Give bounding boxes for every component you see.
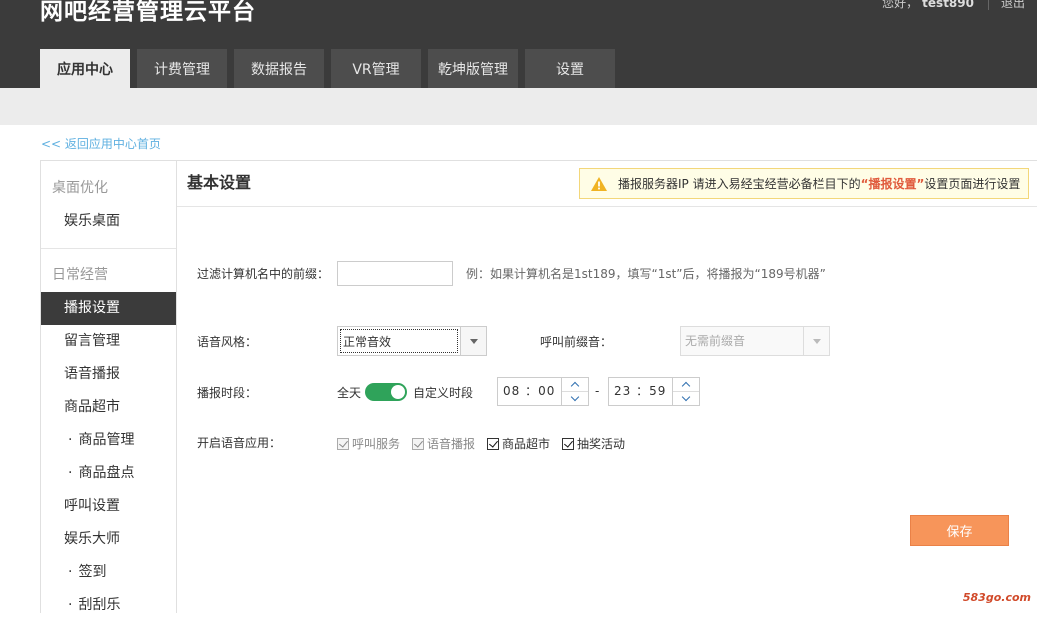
voice-apps-checkboxes: 呼叫服务 语音播报 商品超市 抽奖活动 (337, 435, 637, 452)
prefix-input[interactable] (337, 261, 453, 286)
checkbox-voice-broadcast[interactable]: 语音播报 (412, 435, 475, 452)
user-area: 您好， test890 退出 (882, 0, 1025, 10)
tab-settings[interactable]: 设置 (525, 49, 615, 88)
tab-app-center[interactable]: 应用中心 (40, 49, 130, 88)
top-header: 网吧经营管理云平台 您好， test890 退出 应用中心 计费管理 数据报告 … (0, 0, 1037, 88)
chevron-up-icon (682, 382, 690, 390)
sidebar-item-goods-market[interactable]: 商品超市 (41, 391, 176, 424)
notice-text: 播报服务器IP 请进入易经宝经营必备栏目下的 (618, 175, 861, 192)
sidebar-item-voice-broadcast[interactable]: 语音播报 (41, 358, 176, 391)
chevron-down-icon (682, 393, 690, 401)
greeting-text: 您好， (882, 0, 918, 10)
sidebar-item-sign-in[interactable]: 签到 (41, 556, 176, 589)
user-divider (988, 0, 989, 10)
sub-bar (0, 88, 1037, 125)
start-time-up-button[interactable] (562, 378, 588, 391)
username[interactable]: test890 (922, 0, 974, 10)
checkbox-label: 语音播报 (427, 435, 475, 452)
prefix-label: 过滤计算机名中的前缀： (197, 265, 329, 282)
main-tabs: 应用中心 计费管理 数据报告 VR管理 乾坤版管理 设置 (40, 49, 622, 88)
voice-style-value: 正常音效 (339, 328, 459, 354)
end-time-spinner[interactable]: 23 ：59 (608, 377, 700, 406)
notice-text-after: 设置页面进行设置 (924, 175, 1020, 192)
voice-style-select[interactable]: 正常音效 (337, 326, 487, 356)
start-time-spinner[interactable]: 08 ：00 (497, 377, 589, 406)
checkbox-box[interactable] (562, 438, 574, 450)
checkbox-label: 呼叫服务 (352, 435, 400, 452)
call-prefix-label: 呼叫前缀音： (540, 333, 612, 350)
chevron-down-icon (470, 339, 478, 344)
brand-title: 网吧经营管理云平台 (40, 0, 256, 30)
chevron-down-icon (813, 339, 821, 344)
checkbox-box[interactable] (487, 438, 499, 450)
sidebar-item-call-settings[interactable]: 呼叫设置 (41, 490, 176, 523)
warning-icon (590, 176, 608, 192)
sidebar: 桌面优化 娱乐桌面 日常经营 播报设置 留言管理 语音播报 商品超市 商品管理 … (40, 160, 177, 613)
sidebar-group-desktop: 桌面优化 (41, 172, 176, 205)
checkbox-label: 商品超市 (502, 435, 550, 452)
sidebar-item-goods-inventory[interactable]: 商品盘点 (41, 457, 176, 490)
section-divider (177, 206, 1037, 207)
checkbox-box[interactable] (412, 438, 424, 450)
call-prefix-dropdown-button[interactable] (803, 327, 829, 355)
checkbox-lottery[interactable]: 抽奖活动 (562, 435, 625, 452)
sidebar-item-broadcast-settings[interactable]: 播报设置 (41, 292, 176, 325)
chevron-up-icon (571, 382, 579, 390)
sidebar-divider (41, 248, 176, 249)
section-title: 基本设置 (187, 169, 251, 193)
sidebar-item-message[interactable]: 留言管理 (41, 325, 176, 358)
time-separator: - (595, 384, 599, 398)
notice-banner: 播报服务器IP 请进入易经宝经营必备栏目下的 “播报设置” 设置页面进行设置 (579, 168, 1029, 199)
logout-link[interactable]: 退出 (1001, 0, 1025, 10)
checkbox-box[interactable] (337, 438, 349, 450)
call-prefix-value: 无需前缀音 (681, 327, 803, 355)
start-time-value[interactable]: 08 ：00 (498, 378, 561, 405)
period-toggle[interactable] (365, 383, 407, 401)
sidebar-item-goods-mgmt[interactable]: 商品管理 (41, 424, 176, 457)
back-to-app-center-link[interactable]: << 返回应用中心首页 (41, 135, 161, 152)
all-day-label: 全天 (337, 384, 361, 401)
tab-billing[interactable]: 计费管理 (137, 49, 227, 88)
tab-data-report[interactable]: 数据报告 (234, 49, 324, 88)
toggle-knob (391, 385, 405, 399)
save-button[interactable]: 保存 (910, 515, 1009, 546)
tab-qiankun[interactable]: 乾坤版管理 (428, 49, 518, 88)
watermark: 583go.com (963, 591, 1031, 604)
sidebar-item-ent-desktop[interactable]: 娱乐桌面 (41, 205, 176, 238)
checkbox-label: 抽奖活动 (577, 435, 625, 452)
chevron-down-icon (571, 393, 579, 401)
prefix-hint: 例：如果计算机名是1st189，填写“1st”后，将播报为“189号机器” (466, 265, 826, 282)
tab-vr[interactable]: VR管理 (331, 49, 421, 88)
call-prefix-select[interactable]: 无需前缀音 (680, 326, 830, 356)
custom-period-label: 自定义时段 (413, 384, 473, 401)
sidebar-group-daily: 日常经营 (41, 259, 176, 292)
end-time-value[interactable]: 23 ：59 (609, 378, 672, 405)
voice-style-label: 语音风格： (197, 333, 257, 350)
end-time-up-button[interactable] (673, 378, 699, 391)
sidebar-item-ent-master[interactable]: 娱乐大师 (41, 523, 176, 556)
end-time-down-button[interactable] (673, 391, 699, 405)
sidebar-item-scratch[interactable]: 刮刮乐 (41, 589, 176, 622)
start-time-down-button[interactable] (562, 391, 588, 405)
checkbox-call-service[interactable]: 呼叫服务 (337, 435, 400, 452)
main-content: 基本设置 播报服务器IP 请进入易经宝经营必备栏目下的 “播报设置” 设置页面进… (177, 160, 1037, 613)
notice-highlight: “播报设置” (861, 175, 925, 192)
voice-apps-label: 开启语音应用： (197, 434, 281, 451)
voice-style-dropdown-button[interactable] (460, 327, 486, 355)
period-label: 播报时段： (197, 384, 257, 401)
checkbox-goods-market[interactable]: 商品超市 (487, 435, 550, 452)
